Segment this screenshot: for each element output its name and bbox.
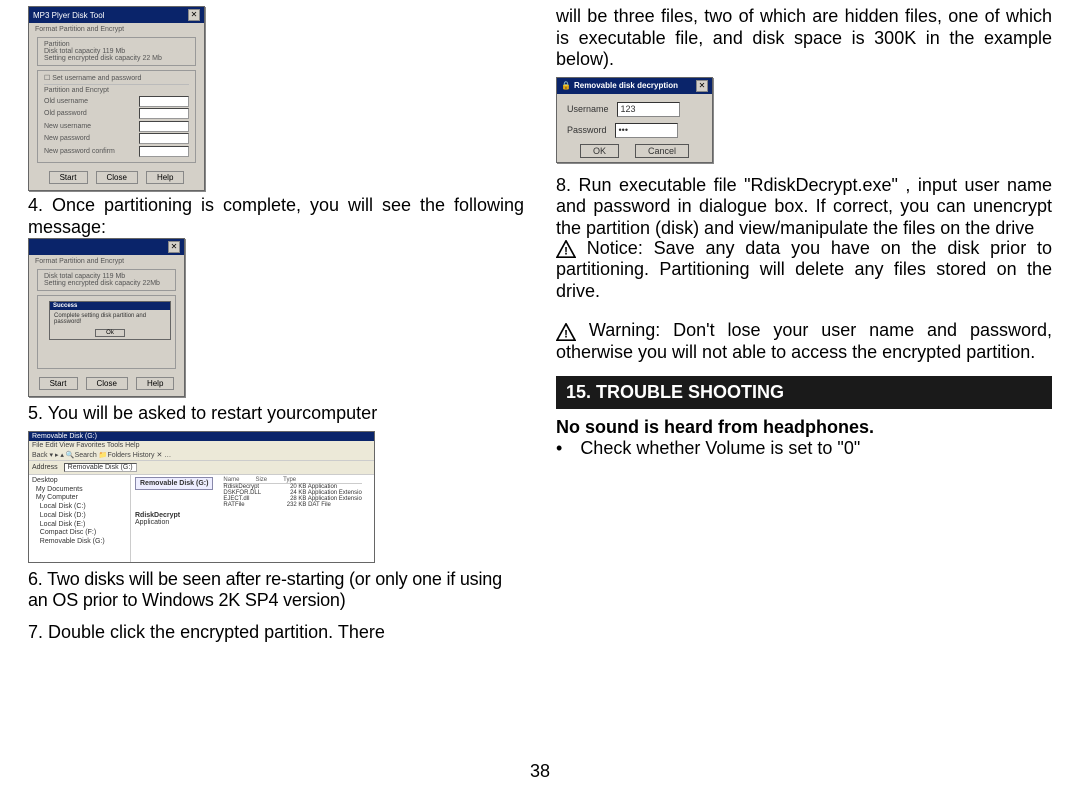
bullet-icon: •: [556, 438, 562, 459]
lock-icon: 🔒: [561, 81, 571, 90]
window-title: MP3 Plyer Disk Tool: [33, 11, 104, 20]
notice-text: ! Notice: Save any data you have on the …: [556, 238, 1052, 303]
new-pass-label: New password: [44, 135, 90, 142]
explorer-menu: File Edit View Favorites Tools Help: [29, 441, 374, 450]
step-7-text: 7. Double click the encrypted partition.…: [28, 622, 524, 644]
partition-group: Partition Disk total capacity 119 Mb Set…: [37, 37, 196, 66]
hdr-name: Name: [223, 477, 239, 483]
help-button: Help: [146, 171, 184, 184]
close-icon: ✕: [168, 241, 180, 253]
cancel-button: Cancel: [635, 144, 689, 158]
close-icon: ✕: [188, 9, 200, 21]
new-user-input: [139, 121, 189, 132]
username-label: Username: [567, 104, 609, 114]
step-4-text: 4. Once partitioning is complete, you wi…: [28, 195, 524, 238]
close-icon: ✕: [696, 80, 708, 92]
svg-text:!: !: [564, 328, 568, 340]
hdr-type: Type: [283, 477, 296, 483]
tab-row: Format Partition and Encrypt: [29, 23, 204, 33]
ok-button: OK: [580, 144, 619, 158]
decrypt-dialog-screenshot: 🔒 Removable disk decryption ✕ Username 1…: [556, 77, 713, 163]
old-user-input: [139, 96, 189, 107]
username-input: 123: [617, 102, 680, 117]
help-button-2: Help: [136, 377, 174, 390]
warning-text: ! Warning: Don't lose your user name and…: [556, 320, 1052, 363]
new-user-label: New username: [44, 123, 91, 130]
warning-body: Warning: Don't lose your user name and p…: [556, 320, 1052, 362]
disk-tool-screenshot-2: ✕ Format Partition and Encrypt Disk tota…: [28, 238, 185, 397]
new-pass-confirm-label: New password confirm: [44, 148, 115, 155]
explorer-toolbar: Back ▾ ▸ ▴ 🔍Search 📁Folders History ✕ …: [29, 450, 374, 461]
success-msg: Complete setting disk partition and pass…: [50, 310, 170, 328]
ok-button: Ok: [95, 329, 125, 337]
section-header: 15. TROUBLE SHOOTING: [556, 376, 1052, 409]
encrypt-group: ☐ Set username and password Partition an…: [37, 70, 196, 163]
new-pass-input: [139, 133, 189, 144]
hdr-size: Size: [255, 477, 267, 483]
troubleshoot-item-title: No sound is heard from headphones.: [556, 417, 1052, 438]
old-user-label: Old username: [44, 98, 88, 105]
password-label: Password: [567, 125, 607, 135]
tab-row-2: Format Partition and Encrypt: [29, 255, 184, 265]
warning-icon: !: [556, 323, 576, 341]
file-list: RdiskDecrypt20 KB ApplicationDSKFOR.DLL2…: [223, 484, 361, 508]
drive-label: Removable Disk (G:): [135, 477, 213, 490]
explorer-title: Removable Disk (G:): [29, 432, 374, 441]
old-pass-label: Old password: [44, 110, 87, 117]
top-continuation-text: will be three files, two of which are hi…: [556, 6, 1052, 71]
addr-label: Address: [32, 464, 58, 471]
close-button: Close: [96, 171, 138, 184]
decrypt-sub: Application: [135, 519, 370, 526]
set-unp-label: Set username and password: [52, 75, 141, 82]
disk-tool-screenshot-1: MP3 Plyer Disk Tool ✕ Format Partition a…: [28, 6, 205, 191]
explorer-tree: Desktop My Documents My Computer Local D…: [29, 475, 131, 562]
page-number: 38: [0, 761, 1080, 782]
setting-line: Setting encrypted disk capacity 22 Mb: [44, 55, 189, 62]
password-input: •••: [615, 123, 678, 138]
success-title: Success: [50, 302, 170, 310]
new-pass-confirm-input: [139, 146, 189, 157]
step-6-text: 6. Two disks will be seen after re-start…: [28, 569, 524, 612]
cap-line-2: Disk total capacity 119 Mb: [44, 273, 169, 280]
old-pass-input: [139, 108, 189, 119]
decrypt-title: Removable disk decryption: [574, 81, 678, 90]
setting-line-2: Setting encrypted disk capacity 22Mb: [44, 280, 169, 287]
bullet-text: Check whether Volume is set to "0": [580, 438, 860, 459]
capacity-line: Disk total capacity 119 Mb: [44, 48, 189, 55]
svg-text:!: !: [564, 246, 568, 258]
warning-icon: !: [556, 240, 576, 258]
step-8-text: 8. Run executable file "RdiskDecrypt.exe…: [556, 175, 1052, 240]
notice-body: Notice: Save any data you have on the di…: [556, 238, 1052, 301]
group-label-pe: Partition and Encrypt: [44, 84, 189, 94]
start-button: Start: [49, 171, 88, 184]
group-label: Partition: [44, 41, 189, 48]
step-5-text: 5. You will be asked to restart yourcomp…: [28, 403, 524, 425]
success-dialog: Success Complete setting disk partition …: [49, 301, 171, 340]
close-button-2: Close: [86, 377, 128, 390]
decrypt-entry: RdiskDecrypt: [135, 512, 370, 519]
explorer-screenshot: Removable Disk (G:) File Edit View Favor…: [28, 431, 375, 563]
addr-value: Removable Disk (G:): [64, 463, 137, 472]
start-button-2: Start: [39, 377, 78, 390]
